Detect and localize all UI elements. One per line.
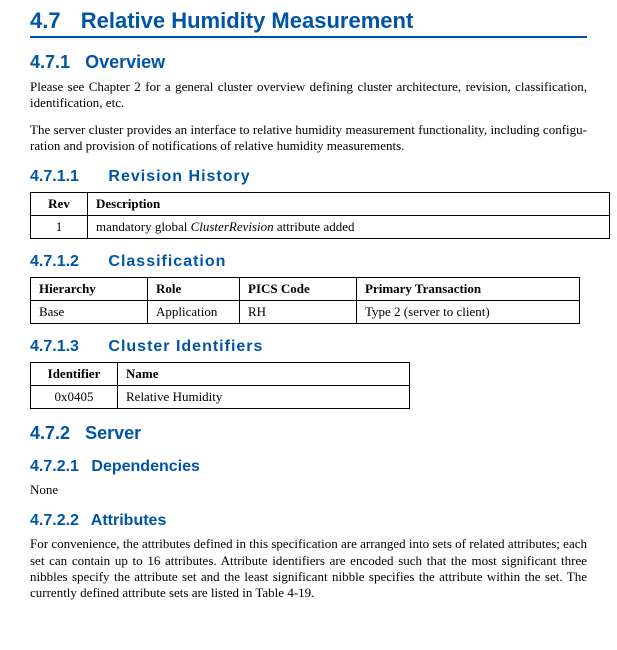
server-heading: 4.7.2 Server [30,423,587,444]
attributes-heading: 4.7.2.2 Attributes [30,512,587,530]
overview-number: 4.7.1 [30,52,70,72]
cluster-identifiers-title: Cluster Identifiers [108,338,263,355]
table-header-row: Identifier Name [31,363,410,386]
classification-title: Classification [108,253,226,270]
dependencies-text: None [30,482,587,498]
primary-cell: Type 2 (server to client) [357,301,580,324]
table-row: 0x0405 Relative Humidity [31,386,410,409]
overview-para-1: Please see Chapter 2 for a general clust… [30,79,587,112]
revision-history-heading: 4.7.1.1 Revision History [30,168,587,186]
classification-number: 4.7.1.2 [30,253,79,270]
overview-title: Overview [85,52,165,72]
attributes-title: Attributes [91,512,167,529]
dependencies-number: 4.7.2.1 [30,458,79,475]
overview-para-2: The server cluster provides an interface… [30,122,587,155]
desc-text-italic: ClusterRevision [191,219,274,234]
classification-heading: 4.7.1.2 Classification [30,253,587,271]
role-header: Role [148,278,240,301]
table-header-row: Hierarchy Role PICS Code Primary Transac… [31,278,580,301]
section-number: 4.7 [30,8,61,33]
desc-cell: mandatory global ClusterRevision attribu… [88,216,610,239]
rev-cell: 1 [31,216,88,239]
revision-history-title: Revision History [108,168,250,185]
server-number: 4.7.2 [30,423,70,443]
section-title: Relative Humidity Measurement [81,8,414,33]
role-cell: Application [148,301,240,324]
revision-history-number: 4.7.1.1 [30,168,79,185]
table-row: Base Application RH Type 2 (server to cl… [31,301,580,324]
revision-history-table: Rev Description 1 mandatory global Clust… [30,192,610,239]
identifier-header: Identifier [31,363,118,386]
desc-text-suffix: attribute added [274,219,355,234]
table-header-row: Rev Description [31,193,610,216]
identifier-cell: 0x0405 [31,386,118,409]
rev-header: Rev [31,193,88,216]
section-heading: 4.7 Relative Humidity Measurement [30,8,587,38]
hierarchy-header: Hierarchy [31,278,148,301]
cluster-identifiers-table: Identifier Name 0x0405 Relative Humidity [30,362,410,409]
overview-heading: 4.7.1 Overview [30,52,587,73]
hierarchy-cell: Base [31,301,148,324]
server-title: Server [85,423,141,443]
dependencies-heading: 4.7.2.1 Dependencies [30,458,587,476]
classification-table: Hierarchy Role PICS Code Primary Transac… [30,277,580,324]
cluster-identifiers-heading: 4.7.1.3 Cluster Identifiers [30,338,587,356]
pics-header: PICS Code [240,278,357,301]
table-row: 1 mandatory global ClusterRevision attri… [31,216,610,239]
dependencies-title: Dependencies [91,458,199,475]
primary-header: Primary Transaction [357,278,580,301]
desc-text-prefix: mandatory global [96,219,191,234]
attributes-number: 4.7.2.2 [30,512,79,529]
desc-header: Description [88,193,610,216]
cluster-identifiers-number: 4.7.1.3 [30,338,79,355]
pics-cell: RH [240,301,357,324]
name-header: Name [118,363,410,386]
name-cell: Relative Humidity [118,386,410,409]
attributes-para: For convenience, the attributes defined … [30,536,587,601]
